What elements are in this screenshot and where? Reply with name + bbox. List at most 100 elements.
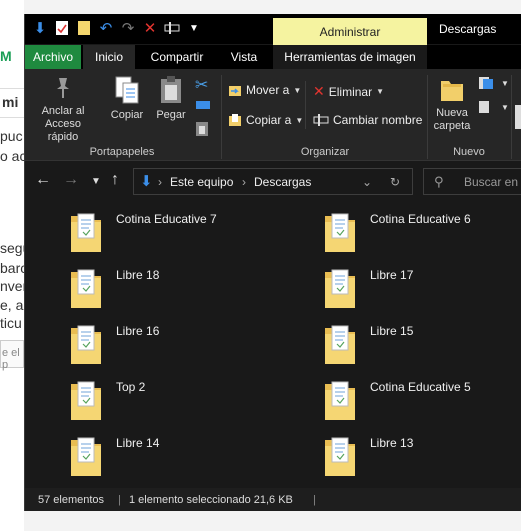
folder-icon (69, 266, 103, 313)
paste-label: Pegar (156, 109, 186, 121)
tab-herramientas-de-imagen[interactable]: Herramientas de imagen (273, 45, 427, 69)
delete-label: Eliminar (328, 84, 373, 99)
new-item-icon[interactable]: ▼ (477, 75, 509, 91)
breadcrumb-separator-icon: › (158, 175, 162, 189)
status-divider: | (118, 494, 121, 506)
folder-name: Top 2 (116, 380, 146, 394)
address-dropdown-chevron-icon[interactable]: ⌄ (362, 175, 372, 189)
folder-item[interactable]: Cotina Educative 7 (25, 204, 265, 254)
folder-icon (323, 266, 357, 313)
back-arrow-icon[interactable]: ← (35, 171, 51, 189)
breadcrumb-separator-icon: › (242, 175, 246, 189)
tab-vista[interactable]: Vista (219, 45, 269, 69)
ribbon-separator (221, 75, 222, 159)
new-folder-icon (441, 81, 463, 101)
folder-item[interactable]: Libre 16 (25, 316, 265, 366)
background-text-line: segu (0, 240, 24, 256)
folder-name: Cotina Educative 7 (116, 212, 217, 226)
copy-path-icon[interactable] (195, 99, 211, 111)
quick-access-toolbar: ⬇ ↶ ↷ ✕ ▼ (31, 18, 203, 38)
rename-small-icon[interactable] (163, 18, 181, 38)
status-bar: 57 elementos | 1 elemento seleccionado 2… (25, 488, 521, 511)
background-logo-fragment: M (0, 48, 12, 64)
folder-item[interactable]: Cotina Educative 6 (279, 204, 519, 254)
background-browser-page: M mi puc o ac segu barc nver e, a ticu e… (0, 0, 24, 531)
folder-icon (69, 378, 103, 425)
properties-big-icon[interactable] (515, 105, 521, 129)
item-count: 57 elementos (38, 494, 105, 506)
folder-name: Libre 18 (116, 268, 160, 282)
folder-icon (323, 210, 357, 257)
selection-info: 1 elemento seleccionado 21,6 KB (129, 494, 293, 506)
folder-name: Libre 14 (116, 436, 160, 450)
folder-item[interactable]: Libre 17 (279, 260, 519, 310)
chevron-down-icon: ▼ (295, 115, 304, 125)
cut-icon[interactable]: ✂ (195, 75, 208, 95)
folder-icon (323, 434, 357, 481)
new-folder-label-line1: Nueva (436, 107, 468, 119)
move-to-label: Mover a (246, 83, 290, 97)
properties-icon[interactable] (53, 18, 71, 38)
paste-shortcut-icon[interactable] (195, 121, 209, 137)
paste-button[interactable]: Pegar (151, 75, 191, 122)
background-input-placeholder: e el p (2, 347, 20, 371)
file-explorer-window: ⬇ ↶ ↷ ✕ ▼ Administrar Descargas Archivo … (24, 14, 521, 511)
tab-archivo[interactable]: Archivo (25, 45, 81, 69)
folder-item[interactable]: Libre 15 (279, 316, 519, 366)
recent-locations-chevron-icon[interactable]: ▼ (91, 176, 101, 187)
move-to-icon (229, 86, 241, 96)
background-text-line: barc (0, 260, 24, 276)
navigation-bar: ← → ▼ ↑ ⬇ › Este equipo › Descargas ⌄ ↻ … (25, 166, 521, 196)
pin-quick-access-button[interactable]: Anclar al Acceso rápido (29, 75, 97, 144)
contextual-tab-administrar[interactable]: Administrar (273, 18, 427, 45)
tab-compartir[interactable]: Compartir (139, 45, 215, 69)
copy-label: Copiar (110, 109, 144, 121)
folder-item[interactable]: Top 2 (25, 372, 265, 422)
customize-toolbar-chevron-icon[interactable]: ▼ (185, 18, 203, 38)
background-text-line: o ac (0, 148, 24, 164)
folder-icon (69, 322, 103, 369)
copy-button[interactable]: Copiar (105, 75, 149, 122)
background-search-text: mi (2, 94, 19, 110)
move-to-button[interactable]: Mover a ▼ (228, 83, 301, 97)
address-bar[interactable]: ⬇ › Este equipo › Descargas ⌄ ↻ (133, 168, 413, 195)
new-folder-small-icon[interactable] (75, 18, 93, 38)
chevron-down-icon: ▼ (293, 85, 302, 95)
download-arrow-icon[interactable]: ⬇ (31, 18, 49, 38)
folder-item[interactable]: Libre 14 (25, 428, 265, 478)
window-title: Descargas (439, 22, 497, 36)
new-folder-button[interactable]: Nueva carpeta (429, 75, 475, 133)
copy-to-icon (229, 114, 241, 126)
group-label-organizar: Organizar (300, 146, 350, 158)
delete-small-icon[interactable]: ✕ (141, 18, 159, 38)
pin-icon (57, 78, 69, 98)
tab-inicio[interactable]: Inicio (83, 45, 135, 69)
up-arrow-icon[interactable]: ↑ (111, 171, 119, 189)
redo-icon[interactable]: ↷ (119, 18, 137, 38)
rename-button[interactable]: Cambiar nombre (313, 113, 422, 127)
chevron-down-icon: ▼ (376, 87, 384, 96)
background-text-line: ticu (0, 315, 22, 331)
delete-icon: ✕ (313, 83, 325, 99)
refresh-icon[interactable]: ↻ (390, 175, 400, 189)
forward-arrow-icon[interactable]: → (63, 171, 79, 189)
ribbon-separator (511, 75, 512, 159)
status-divider: | (313, 494, 316, 506)
folder-item[interactable]: Cotina Educative 5 (279, 372, 519, 422)
ribbon-tabs: Archivo Inicio Compartir Vista Herramien… (25, 45, 521, 69)
undo-icon[interactable]: ↶ (97, 18, 115, 38)
copy-to-button[interactable]: Copiar a ▼ (228, 113, 303, 127)
folder-item[interactable]: Libre 13 (279, 428, 519, 478)
background-text-line: e, a (0, 297, 24, 313)
breadcrumb-este-equipo[interactable]: Este equipo (170, 175, 233, 189)
pin-label-line1: Anclar al (41, 105, 85, 117)
folder-item[interactable]: Libre 18 (25, 260, 265, 310)
delete-button[interactable]: ✕ Eliminar ▼ (313, 83, 384, 100)
search-box[interactable]: ⚲ Buscar en D (423, 168, 521, 195)
folder-name: Libre 16 (116, 324, 160, 338)
pin-label-line2: Acceso rápido (44, 118, 82, 143)
paste-icon (161, 76, 181, 103)
breadcrumb-descargas[interactable]: Descargas (254, 175, 311, 189)
easy-access-icon[interactable]: ▼ (477, 99, 509, 115)
folder-name: Libre 15 (370, 324, 414, 338)
